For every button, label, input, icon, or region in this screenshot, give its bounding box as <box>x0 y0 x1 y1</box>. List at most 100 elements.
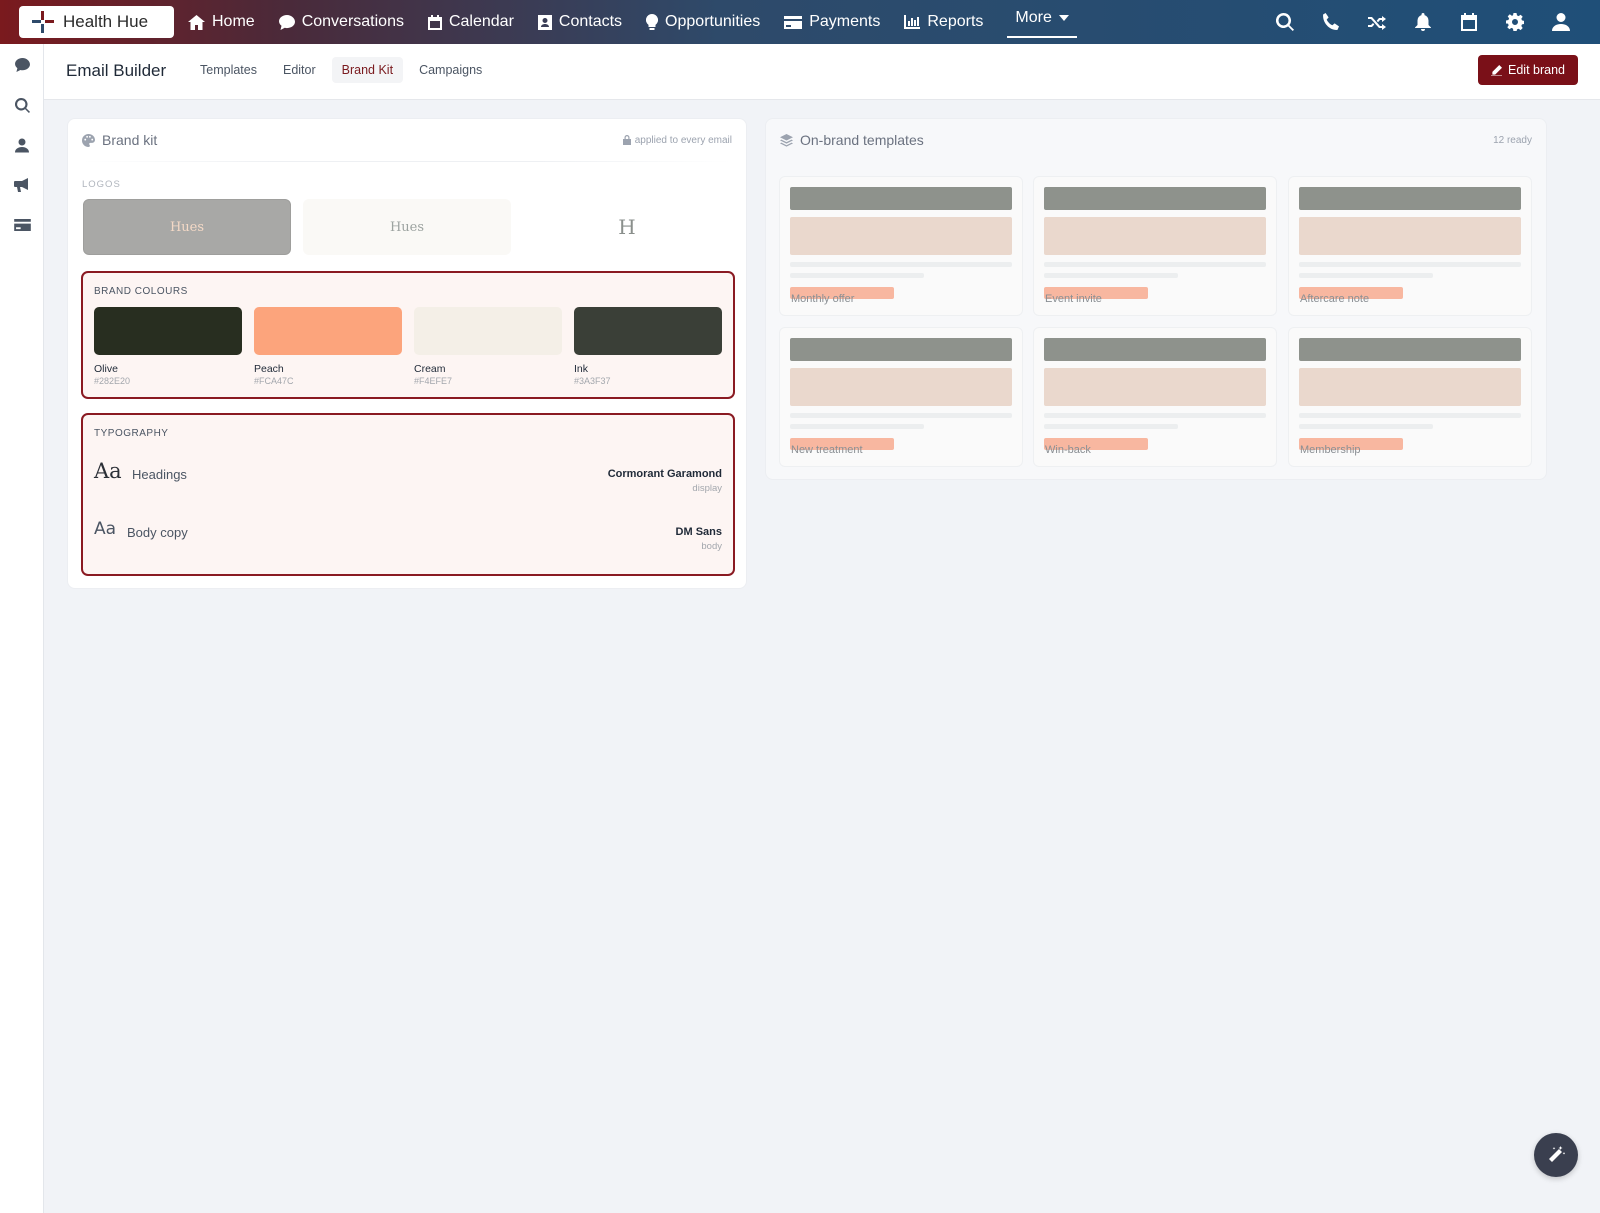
colour-swatch-cream[interactable] <box>414 307 562 355</box>
brand-kit-meta: applied to every email <box>622 135 732 146</box>
calendar-icon[interactable] <box>1446 0 1492 44</box>
template-preview-hero <box>1299 368 1521 406</box>
template-preview-line <box>790 424 924 429</box>
logo-light[interactable]: Hues <box>303 199 511 255</box>
template-preview-header <box>790 187 1012 210</box>
colour-name: Cream <box>414 363 446 375</box>
nav-payments[interactable]: Payments <box>784 0 880 44</box>
type-row-headings[interactable]: Aa Headings Cormorant Garamond display <box>94 459 722 499</box>
nav-home[interactable]: Home <box>188 0 255 44</box>
brand-colours-label: BRAND COLOURS <box>94 286 188 297</box>
type-sample: Aa <box>94 459 122 483</box>
tab-brand-kit[interactable]: Brand Kit <box>331 57 404 83</box>
sub-header: Email Builder Templates Editor Brand Kit… <box>44 44 1600 100</box>
template-preview-line <box>790 273 924 278</box>
palette-icon <box>82 133 95 147</box>
colour-name: Olive <box>94 363 118 375</box>
nav-reports[interactable]: Reports <box>904 0 983 44</box>
rail-payments[interactable] <box>0 205 44 245</box>
templates-card: On-brand templates 12 ready Monthly offe… <box>765 118 1547 480</box>
magic-wand-icon <box>1547 1146 1565 1164</box>
type-kind: display <box>692 483 722 494</box>
logos-label: LOGOS <box>82 179 121 190</box>
colour-name: Peach <box>254 363 284 375</box>
template-card[interactable]: Aftercare note <box>1288 176 1532 316</box>
template-preview-line <box>1044 424 1178 429</box>
app-logo[interactable]: Health Hue <box>19 6 174 38</box>
nav-calendar[interactable]: Calendar <box>427 0 514 44</box>
type-kind: body <box>701 541 722 552</box>
shuffle-icon[interactable] <box>1354 0 1400 44</box>
type-role: Headings <box>132 467 187 482</box>
rail-chat[interactable] <box>0 45 44 85</box>
nav-conversations[interactable]: Conversations <box>278 0 404 44</box>
nav-more[interactable]: More <box>1007 0 1077 38</box>
search-icon[interactable] <box>1262 0 1308 44</box>
nav-contacts-label: Contacts <box>558 13 623 30</box>
phone-icon[interactable] <box>1308 0 1354 44</box>
type-row-body[interactable]: Aa Body copy DM Sans body <box>94 517 722 557</box>
rail-search[interactable] <box>0 85 44 125</box>
nav-contacts[interactable]: Contacts <box>537 0 623 44</box>
brand-kit-header: Brand kit applied to every email <box>68 119 746 161</box>
template-card[interactable]: Membership <box>1288 327 1532 467</box>
lock-icon <box>622 135 631 145</box>
top-nav: Health Hue Home Conversations Calendar C… <box>0 0 1600 44</box>
type-role: Body copy <box>127 525 188 540</box>
template-preview-hero <box>790 368 1012 406</box>
chat-icon <box>278 14 295 30</box>
layers-icon <box>780 133 793 147</box>
edit-brand-button[interactable]: Edit brand <box>1478 55 1578 85</box>
template-card[interactable]: Win-back <box>1033 327 1277 467</box>
gear-icon[interactable] <box>1492 0 1538 44</box>
template-preview-line <box>1044 273 1178 278</box>
card-icon <box>13 219 31 231</box>
type-font: DM Sans <box>675 526 722 538</box>
bell-icon[interactable] <box>1400 0 1446 44</box>
caret-down-icon <box>1058 15 1069 21</box>
left-rail <box>0 44 44 1213</box>
bar-chart-icon <box>904 15 921 29</box>
nav-payments-label: Payments <box>809 13 881 30</box>
template-preview-line <box>790 413 1012 418</box>
rail-contacts[interactable] <box>0 125 44 165</box>
colour-name: Ink <box>574 363 589 375</box>
template-preview-line <box>1299 262 1521 267</box>
colour-hex: #3A3F37 <box>574 376 611 386</box>
colour-swatch-ink[interactable] <box>574 307 722 355</box>
logo-primary[interactable]: Hues <box>83 199 291 255</box>
user-icon[interactable] <box>1538 0 1584 44</box>
template-preview-line <box>1044 413 1266 418</box>
template-name: Event invite <box>1045 293 1102 305</box>
nav-opportunities[interactable]: Opportunities <box>646 0 760 44</box>
template-preview-hero <box>790 217 1012 255</box>
type-sample: Aa <box>94 519 117 539</box>
magic-wand-button[interactable] <box>1534 1133 1578 1177</box>
template-preview-header <box>1044 338 1266 361</box>
colour-swatch-olive[interactable] <box>94 307 242 355</box>
nav-reports-label: Reports <box>927 13 984 30</box>
nav-calendar-label: Calendar <box>448 13 514 30</box>
calendar-icon <box>427 14 442 30</box>
template-preview-hero <box>1299 217 1521 255</box>
templates-header: On-brand templates 12 ready <box>766 119 1546 161</box>
rail-campaigns[interactable] <box>0 165 44 205</box>
chat-icon <box>14 58 30 72</box>
template-card[interactable]: Monthly offer <box>779 176 1023 316</box>
templates-title: On-brand templates <box>800 132 924 148</box>
logo-mark[interactable]: H <box>523 199 731 255</box>
template-card[interactable]: New treatment <box>779 327 1023 467</box>
colour-hex: #F4EFE7 <box>414 376 453 386</box>
colour-hex: #282E20 <box>94 376 131 386</box>
divider <box>82 161 732 162</box>
colour-swatch-peach[interactable] <box>254 307 402 355</box>
template-name: Aftercare note <box>1300 293 1370 305</box>
template-card[interactable]: Event invite <box>1033 176 1277 316</box>
tab-templates[interactable]: Templates <box>190 57 267 83</box>
tab-campaigns[interactable]: Campaigns <box>409 57 492 83</box>
edit-brand-label: Edit brand <box>1508 63 1565 77</box>
pencil-icon <box>1491 64 1502 76</box>
tab-editor[interactable]: Editor <box>273 57 326 83</box>
lightbulb-icon <box>646 14 659 30</box>
health-hue-logo-icon <box>31 10 55 34</box>
